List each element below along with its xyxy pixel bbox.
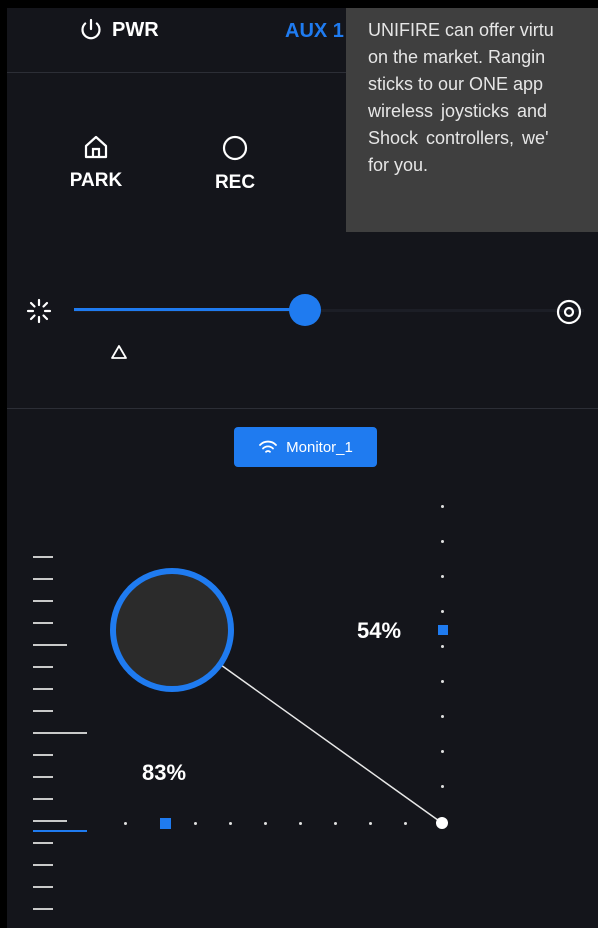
wifi-icon (259, 440, 278, 453)
info-tooltip: UNIFIRE can offer virtu on the market. R… (346, 8, 598, 232)
axis-dot (441, 645, 444, 648)
park-button[interactable]: PARK (56, 134, 136, 192)
axis-dot (124, 822, 127, 825)
park-label: PARK (69, 170, 123, 191)
horizontal-percent: 83% (142, 760, 187, 785)
vertical-percent: 54% (357, 618, 402, 643)
axis-dot (334, 822, 337, 825)
tooltip-line: UNIFIRE can offer virtu (368, 20, 554, 40)
tooltip-line: for you. (368, 155, 429, 175)
triangle-icon (111, 345, 127, 359)
axis-dot (299, 822, 302, 825)
tooltip-line: sticks to our ONE app (368, 74, 544, 94)
horizontal-position-marker[interactable] (160, 818, 171, 829)
axis-dot (441, 505, 444, 508)
power-label: PWR (112, 18, 159, 41)
axis-dot (404, 822, 407, 825)
vertical-position-marker[interactable] (438, 625, 448, 635)
sun-spin-icon[interactable] (26, 298, 52, 324)
axis-dot (229, 822, 232, 825)
power-button[interactable]: PWR (79, 18, 159, 42)
joystick-pad[interactable] (7, 488, 598, 928)
divider (7, 408, 598, 409)
aux-tab[interactable]: AUX 1 (285, 20, 344, 43)
rec-button[interactable]: REC (195, 134, 275, 194)
axis-dot (441, 680, 444, 683)
tooltip-line: Shock controllers, we' (368, 128, 549, 148)
circle-icon (222, 135, 248, 161)
home-icon (84, 135, 108, 159)
target-icon[interactable] (555, 298, 583, 326)
axis-dot (441, 750, 444, 753)
joystick-knob (110, 568, 234, 692)
axis-dot (441, 715, 444, 718)
axis-dot (441, 575, 444, 578)
axis-dot (194, 822, 197, 825)
slider-knob[interactable] (289, 294, 321, 326)
axis-dot (441, 785, 444, 788)
tooltip-line: wireless joysticks and (368, 101, 548, 121)
axis-dot (441, 540, 444, 543)
power-icon (81, 18, 101, 40)
axis-dot (369, 822, 372, 825)
axis-dot (441, 610, 444, 613)
rec-label: REC (214, 172, 256, 193)
joystick-anchor-dot (436, 817, 448, 829)
monitor-button[interactable]: Monitor_1 (234, 427, 377, 467)
monitor-label: Monitor_1 (286, 438, 353, 456)
tooltip-line: on the market. Rangin (368, 47, 546, 67)
axis-dot (264, 822, 267, 825)
slider-fill (74, 308, 306, 311)
